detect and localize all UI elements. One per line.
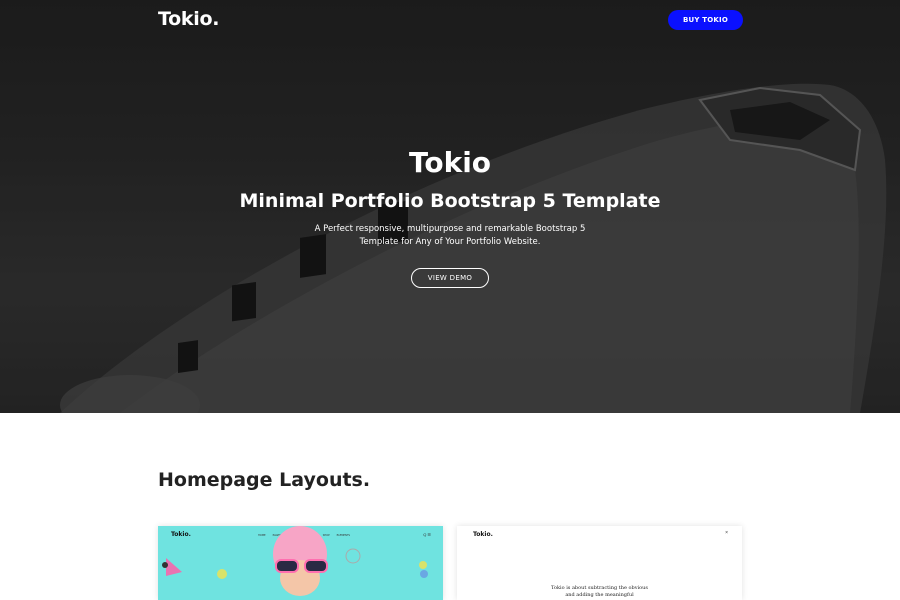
layout-card-minimal[interactable]: Tokio. × Tokio is about subtracting the … bbox=[457, 526, 742, 600]
layout-card-creative[interactable]: Tokio. HOME PAGES PORTFOLIO BLOG SHOP EL… bbox=[158, 526, 443, 600]
card-preview-illustration bbox=[162, 526, 428, 596]
card-brand: Tokio. bbox=[473, 531, 493, 538]
card-tagline-line: and adding the meaningful bbox=[565, 591, 634, 598]
hero-section: Tokio. BUY TOKIO Tokio Minimal Portfolio… bbox=[0, 0, 900, 413]
brand-logo[interactable]: Tokio. bbox=[158, 8, 219, 30]
close-icon: × bbox=[725, 530, 728, 536]
hero-description: A Perfect responsive, multipurpose and r… bbox=[314, 224, 586, 247]
hero-subtitle: Minimal Portfolio Bootstrap 5 Template bbox=[239, 190, 661, 212]
buy-tokio-button[interactable]: BUY TOKIO bbox=[668, 10, 743, 30]
hero-title: Tokio bbox=[408, 146, 492, 179]
view-demo-button[interactable]: VIEW DEMO bbox=[411, 268, 489, 288]
section-title: Homepage Layouts. bbox=[158, 469, 371, 491]
card-tagline: Tokio is about subtracting the obvious a… bbox=[457, 585, 742, 598]
